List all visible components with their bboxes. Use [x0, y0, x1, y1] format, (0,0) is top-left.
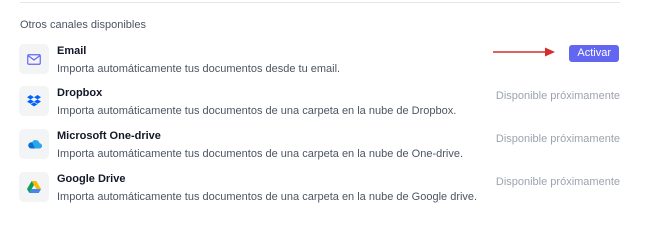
channel-onedrive: Microsoft One-drive Importa automáticame… — [19, 129, 620, 163]
dropbox-icon — [19, 86, 49, 116]
activate-email-button[interactable]: Activar — [569, 45, 619, 62]
channel-name: Email — [57, 45, 87, 57]
status-coming-soon: Disponible próximamente — [495, 133, 620, 145]
channel-description: Importa automáticamente tus documentos d… — [57, 63, 341, 75]
google-drive-icon — [19, 172, 49, 202]
channel-description: Importa automáticamente tus documentos d… — [57, 105, 457, 117]
channel-description: Importa automáticamente tus documentos d… — [57, 148, 464, 160]
top-divider — [20, 2, 620, 3]
onedrive-icon — [19, 129, 49, 159]
channel-description: Importa automáticamente tus documentos d… — [57, 191, 478, 203]
section-title: Otros canales disponibles — [20, 19, 146, 31]
channel-name: Google Drive — [57, 173, 126, 185]
channel-name: Dropbox — [57, 87, 103, 99]
channel-google-drive: Google Drive Importa automáticamente tus… — [19, 172, 620, 206]
status-coming-soon: Disponible próximamente — [495, 176, 620, 188]
channel-dropbox: Dropbox Importa automáticamente tus docu… — [19, 86, 620, 120]
channel-name: Microsoft One-drive — [57, 130, 161, 142]
envelope-icon — [19, 44, 49, 74]
red-arrow-annotation — [493, 47, 555, 57]
status-coming-soon: Disponible próximamente — [495, 90, 620, 102]
channel-email: Email Importa automáticamente tus docume… — [19, 44, 620, 78]
